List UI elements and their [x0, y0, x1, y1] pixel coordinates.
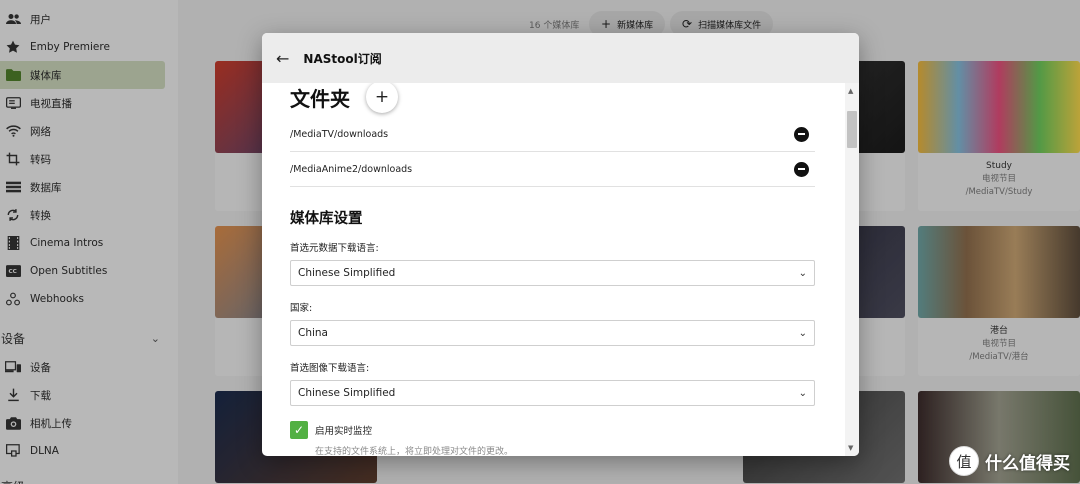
- realtime-monitor-option[interactable]: ✓ 启用实时监控: [290, 421, 815, 439]
- library-edit-dialog: ← NAStool订阅 文件夹 + /MediaTV/downloads /Me…: [262, 33, 859, 456]
- folder-item: /MediaTV/downloads: [290, 117, 815, 152]
- remove-folder-button[interactable]: [794, 126, 809, 142]
- dialog-title: NAStool订阅: [303, 51, 382, 66]
- metadata-language-label: 首选元数据下载语言:: [290, 243, 379, 254]
- plus-icon: +: [374, 87, 390, 107]
- metadata-language-select[interactable]: Chinese Simplified ⌄: [290, 260, 815, 286]
- add-folder-button[interactable]: +: [366, 83, 398, 113]
- image-language-select[interactable]: Chinese Simplified ⌄: [290, 380, 815, 406]
- minus-icon: [798, 133, 805, 135]
- dialog-body: 文件夹 + /MediaTV/downloads /MediaAnime2/do…: [262, 83, 845, 456]
- realtime-monitor-checkbox[interactable]: ✓: [290, 421, 308, 439]
- watermark-logo-icon: 值: [949, 446, 979, 476]
- realtime-monitor-help: 在支持的文件系统上，将立即处理对文件的更改。: [315, 447, 514, 456]
- folder-item: /MediaAnime2/downloads: [290, 152, 815, 187]
- minus-icon: [798, 168, 805, 170]
- realtime-monitor-label: 启用实时监控: [315, 426, 373, 437]
- folder-path: /MediaTV/downloads: [290, 128, 389, 140]
- dialog-header: ← NAStool订阅: [262, 33, 859, 83]
- check-icon: ✓: [293, 423, 305, 437]
- folders-header: 文件夹 +: [290, 83, 815, 113]
- scrollbar-thumb[interactable]: [847, 111, 857, 148]
- chevron-down-icon: ⌄: [798, 387, 807, 399]
- chevron-down-icon: ⌄: [798, 327, 807, 339]
- folder-path: /MediaAnime2/downloads: [290, 163, 413, 175]
- image-language-label: 首选图像下载语言:: [290, 363, 370, 374]
- scroll-down-icon[interactable]: ▼: [848, 444, 853, 452]
- back-arrow-icon[interactable]: ←: [276, 49, 289, 68]
- dialog-scrollbar[interactable]: ▲ ▼: [845, 83, 859, 456]
- watermark-text: 什么值得买: [985, 453, 1070, 474]
- country-select[interactable]: China ⌄: [290, 320, 815, 346]
- chevron-down-icon: ⌄: [798, 267, 807, 279]
- scroll-up-icon[interactable]: ▲: [848, 87, 853, 95]
- folders-heading: 文件夹: [290, 86, 350, 111]
- watermark: 值 什么值得买: [949, 446, 1070, 476]
- remove-folder-button[interactable]: [794, 161, 809, 177]
- library-settings-heading: 媒体库设置: [290, 211, 363, 227]
- country-label: 国家:: [290, 303, 313, 314]
